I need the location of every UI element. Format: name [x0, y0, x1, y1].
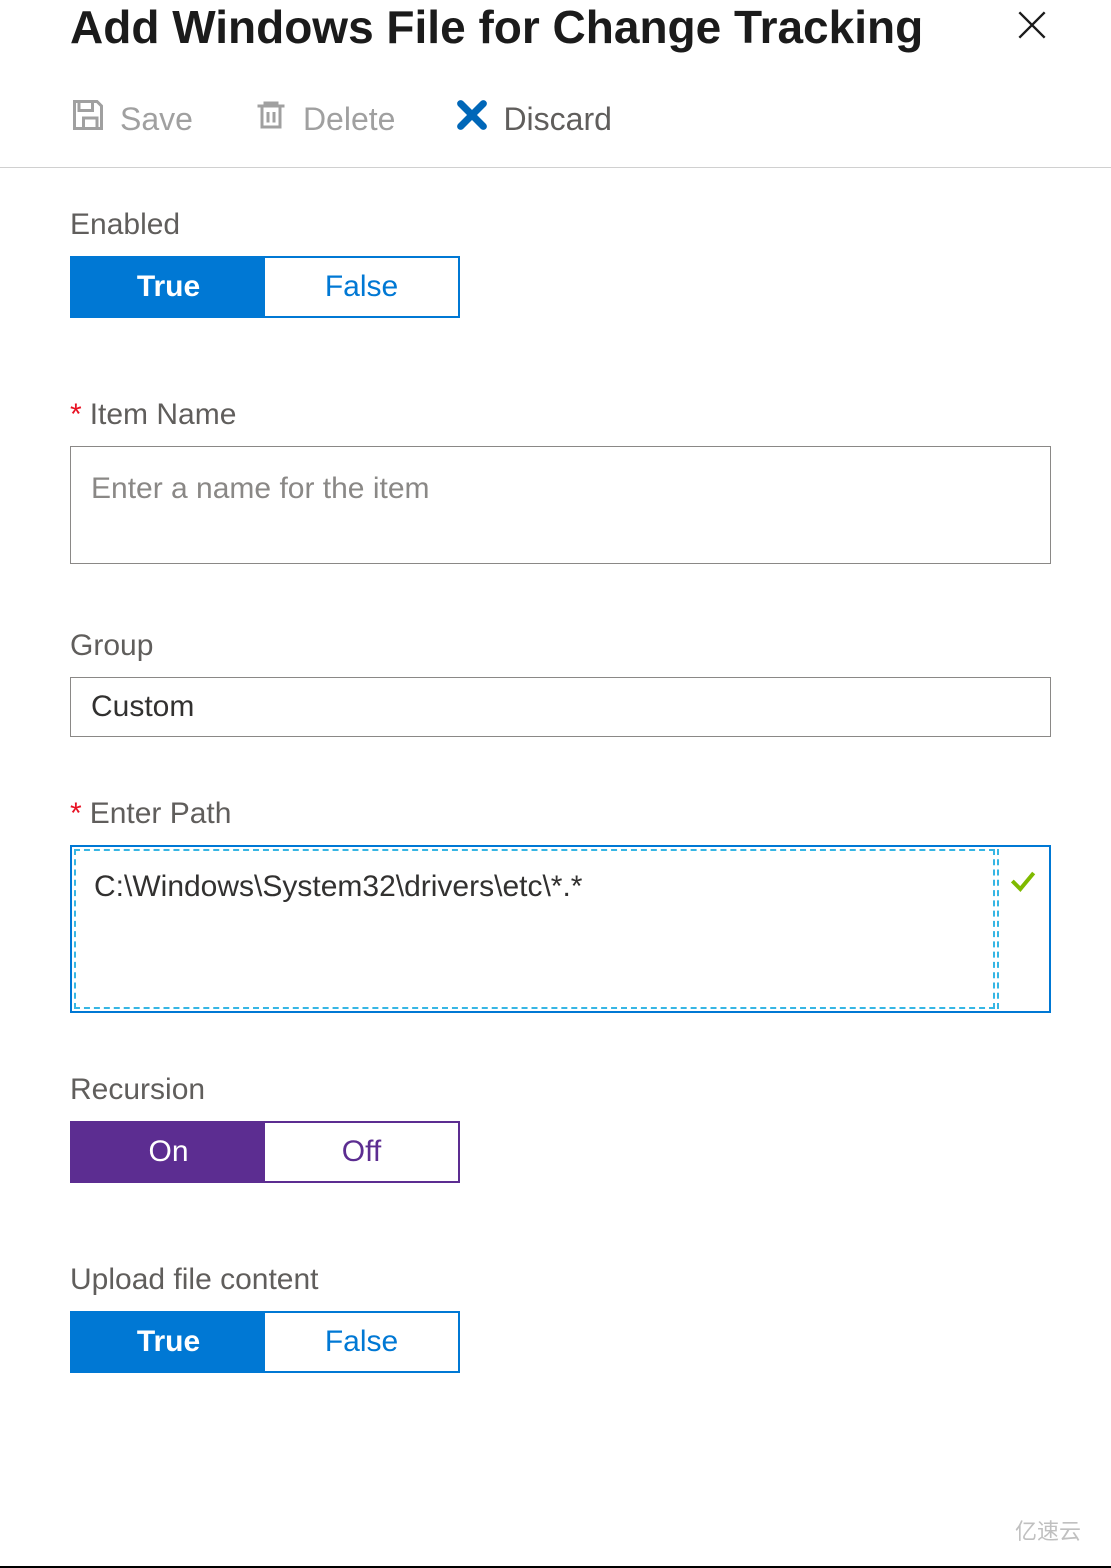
enabled-toggle[interactable]: True False	[70, 256, 460, 318]
close-icon[interactable]	[1013, 6, 1051, 51]
panel-title: Add Windows File for Change Tracking	[70, 0, 923, 55]
required-indicator: *	[70, 398, 82, 431]
enabled-true-option[interactable]: True	[72, 258, 265, 316]
item-name-input[interactable]	[70, 446, 1051, 564]
valid-checkmark-icon	[997, 849, 1047, 1009]
save-button[interactable]: Save	[70, 97, 193, 141]
save-label: Save	[120, 101, 193, 138]
recursion-toggle[interactable]: On Off	[70, 1121, 460, 1183]
enabled-label: Enabled	[70, 208, 1051, 242]
discard-x-icon	[455, 98, 489, 140]
item-name-label: *Item Name	[70, 398, 1051, 432]
path-label: *Enter Path	[70, 797, 1051, 831]
upload-false-option[interactable]: False	[265, 1313, 458, 1371]
trash-icon	[253, 97, 289, 141]
delete-label: Delete	[303, 101, 396, 138]
recursion-on-option[interactable]: On	[72, 1123, 265, 1181]
upload-true-option[interactable]: True	[72, 1313, 265, 1371]
enabled-false-option[interactable]: False	[265, 258, 458, 316]
watermark: 亿速云	[1015, 1514, 1081, 1546]
recursion-label: Recursion	[70, 1073, 1051, 1107]
upload-toggle[interactable]: True False	[70, 1311, 460, 1373]
path-input[interactable]: C:\Windows\System32\drivers\etc\*.*	[74, 849, 995, 1009]
recursion-off-option[interactable]: Off	[265, 1123, 458, 1181]
upload-label: Upload file content	[70, 1263, 1051, 1297]
discard-button[interactable]: Discard	[455, 98, 611, 140]
save-icon	[70, 97, 106, 141]
required-indicator: *	[70, 797, 82, 830]
group-label: Group	[70, 629, 1051, 663]
group-input[interactable]: Custom	[70, 677, 1051, 737]
discard-label: Discard	[503, 101, 611, 138]
delete-button[interactable]: Delete	[253, 97, 396, 141]
